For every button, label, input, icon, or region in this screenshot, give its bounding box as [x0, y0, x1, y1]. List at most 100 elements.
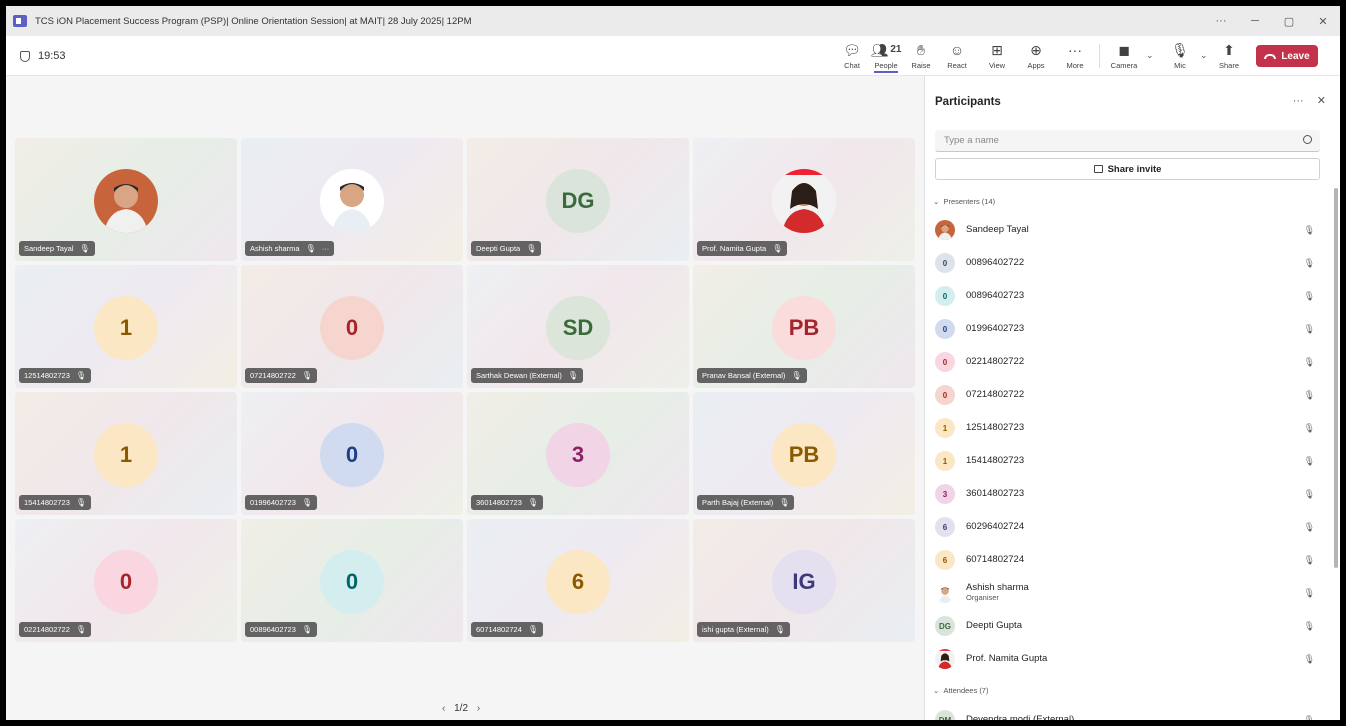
video-tile[interactable]: 0 02214802722 🎙︎	[15, 519, 237, 642]
next-page-icon[interactable]: ›	[477, 703, 480, 714]
tile-name-label: 07214802722 🎙︎	[245, 368, 318, 383]
share-button[interactable]: ⬆︎ Share	[1211, 41, 1247, 73]
mic-muted-icon[interactable]: 🎙︎	[1304, 621, 1315, 632]
video-tile[interactable]: 1 12514802723 🎙︎	[15, 265, 237, 388]
participant-row[interactable]: 6 60714802724 🎙︎	[935, 547, 1325, 573]
mic-muted-icon[interactable]: 🎙︎	[1304, 456, 1315, 467]
mic-muted-icon[interactable]: 🎙︎	[1304, 390, 1315, 401]
more-options-icon[interactable]: ···	[1204, 15, 1238, 27]
video-tile[interactable]: PB Parth Bajaj (External) 🎙︎	[693, 392, 915, 515]
tile-name-label: Ashish sharma 🎙︎ ···	[245, 241, 335, 256]
participant-initials-avatar: 1	[935, 451, 955, 471]
video-tile[interactable]: 0 00896402723 🎙︎	[241, 519, 463, 642]
video-tile[interactable]: DG Deepti Gupta 🎙︎	[467, 138, 689, 261]
participant-initials-avatar: DM	[935, 710, 955, 720]
video-tile[interactable]: Sandeep Tayal 🎙︎	[15, 138, 237, 261]
participant-initials-avatar: 0	[320, 423, 384, 487]
mic-button[interactable]: 🎙︎ Mic	[1162, 41, 1198, 73]
camera-chevron-icon[interactable]: ⌄	[1146, 50, 1154, 61]
more-button[interactable]: ··· More	[1057, 41, 1093, 73]
share-invite-button[interactable]: Share invite	[935, 158, 1320, 180]
raise-hand-button[interactable]: ✋︎ Raise	[903, 41, 939, 73]
participant-row[interactable]: 0 00896402722 🎙︎	[935, 250, 1325, 276]
mic-muted-icon[interactable]: 🎙︎	[1304, 715, 1315, 721]
search-input[interactable]: Type a name	[935, 130, 1320, 152]
mic-muted-icon[interactable]: 🎙︎	[1304, 522, 1315, 533]
mic-muted-icon: 🎙︎	[527, 498, 539, 507]
mic-muted-icon[interactable]: 🎙︎	[1304, 291, 1315, 302]
participant-row[interactable]: DM Devendra modi (External) 🎙︎	[935, 707, 1325, 720]
react-button[interactable]: ☺ React	[939, 41, 975, 73]
restore-icon[interactable]: ▢	[1272, 15, 1306, 28]
prev-page-icon[interactable]: ‹	[442, 703, 445, 714]
mic-muted-icon[interactable]: 🎙︎	[1304, 225, 1315, 236]
mic-muted-icon[interactable]: 🎙︎	[1304, 588, 1315, 599]
video-tile[interactable]: 0 01996402723 🎙︎	[241, 392, 463, 515]
mic-muted-icon[interactable]: 🎙︎	[1304, 324, 1315, 335]
video-tile[interactable]: IG ishi gupta (External) 🎙︎	[693, 519, 915, 642]
close-panel-icon[interactable]: ✕	[1317, 95, 1326, 107]
toolbar-separator	[1099, 44, 1100, 68]
participant-row[interactable]: 0 00896402723 🎙︎	[935, 283, 1325, 309]
attendees-section-header[interactable]: ⌄ Attendees (7)	[933, 686, 988, 695]
video-tile[interactable]: 3 36014802723 🎙︎	[467, 392, 689, 515]
participant-initials-avatar: 1	[94, 296, 158, 360]
video-tile[interactable]: Ashish sharma 🎙︎ ···	[241, 138, 463, 261]
mic-chevron-icon[interactable]: ⌄	[1200, 50, 1208, 61]
participant-name: 07214802722	[966, 388, 1025, 400]
leave-button[interactable]: Leave	[1256, 45, 1318, 67]
mic-muted-icon[interactable]: 🎙︎	[1304, 258, 1315, 269]
camera-off-icon: ◼︎	[1118, 42, 1130, 58]
mic-muted-icon[interactable]: 🎙︎	[1304, 423, 1315, 434]
mic-off-icon: 🎙︎	[1171, 42, 1189, 58]
participant-row[interactable]: 0 01996402723 🎙︎	[935, 316, 1325, 342]
participant-row[interactable]: 6 60296402724 🎙︎	[935, 514, 1325, 540]
camera-button[interactable]: ◼︎ Camera	[1106, 41, 1142, 73]
participant-row[interactable]: 1 15414802723 🎙︎	[935, 448, 1325, 474]
participant-row[interactable]: 0 07214802722 🎙︎	[935, 382, 1325, 408]
view-button[interactable]: ⊞ View	[979, 41, 1015, 73]
tile-name-label: ishi gupta (External) 🎙︎	[697, 622, 790, 637]
participant-row[interactable]: Sandeep Tayal 🎙︎	[935, 217, 1325, 243]
close-window-icon[interactable]: ✕	[1306, 15, 1340, 28]
participant-row[interactable]: Prof. Namita Gupta 🎙︎	[935, 646, 1325, 672]
participant-row[interactable]: 0 02214802722 🎙︎	[935, 349, 1325, 375]
video-tile[interactable]: 1 15414802723 🎙︎	[15, 392, 237, 515]
panel-scrollbar[interactable]	[1334, 188, 1338, 568]
participant-row[interactable]: 1 12514802723 🎙︎	[935, 415, 1325, 441]
video-tile[interactable]: PB Pranav Bansal (External) 🎙︎	[693, 265, 915, 388]
participant-row[interactable]: 3 36014802723 🎙︎	[935, 481, 1325, 507]
participant-initials-avatar: 0	[935, 286, 955, 306]
participant-photo	[772, 169, 836, 233]
camera-label: Camera	[1110, 61, 1138, 70]
minimize-icon[interactable]: ─	[1238, 15, 1272, 27]
participant-name-block: 01996402723	[966, 323, 1024, 335]
mic-muted-icon: 🎙︎	[527, 625, 539, 634]
video-tile[interactable]: Prof. Namita Gupta 🎙︎	[693, 138, 915, 261]
video-tile[interactable]: 6 60714802724 🎙︎	[467, 519, 689, 642]
video-tile[interactable]: SD Sarthak Dewan (External) 🎙︎	[467, 265, 689, 388]
chat-button[interactable]: 💬︎ Chat	[834, 41, 870, 73]
tile-more-icon[interactable]: ···	[322, 244, 330, 253]
tile-name-label: 15414802723 🎙︎	[19, 495, 92, 510]
mic-muted-icon[interactable]: 🎙︎	[1304, 654, 1315, 665]
mic-muted-icon[interactable]: 🎙︎	[1304, 489, 1315, 500]
mic-muted-icon[interactable]: 🎙︎	[1304, 357, 1315, 368]
view-label: View	[988, 61, 1006, 70]
participant-row[interactable]: Ashish sharma Organiser 🎙︎	[935, 580, 1325, 606]
participant-name-block: Ashish sharma Organiser	[966, 582, 1029, 603]
participant-name: 36014802723	[476, 498, 522, 507]
panel-more-icon[interactable]: ···	[1293, 95, 1304, 107]
search-placeholder: Type a name	[944, 135, 999, 146]
participant-initials-avatar: 6	[546, 550, 610, 614]
participant-row[interactable]: DG Deepti Gupta 🎙︎	[935, 613, 1325, 639]
mic-muted-icon[interactable]: 🎙︎	[1304, 555, 1315, 566]
people-button[interactable]: 👥︎ 21 People	[866, 41, 906, 73]
video-tile[interactable]: 0 07214802722 🎙︎	[241, 265, 463, 388]
mic-label: Mic	[1174, 61, 1186, 70]
apps-button[interactable]: ⊕ Apps	[1018, 41, 1054, 73]
participant-name: 00896402723	[250, 625, 296, 634]
participant-name-block: Prof. Namita Gupta	[966, 653, 1047, 665]
tile-name-label: Pranav Bansal (External) 🎙︎	[697, 368, 807, 383]
presenters-section-header[interactable]: ⌄ Presenters (14)	[933, 197, 995, 206]
